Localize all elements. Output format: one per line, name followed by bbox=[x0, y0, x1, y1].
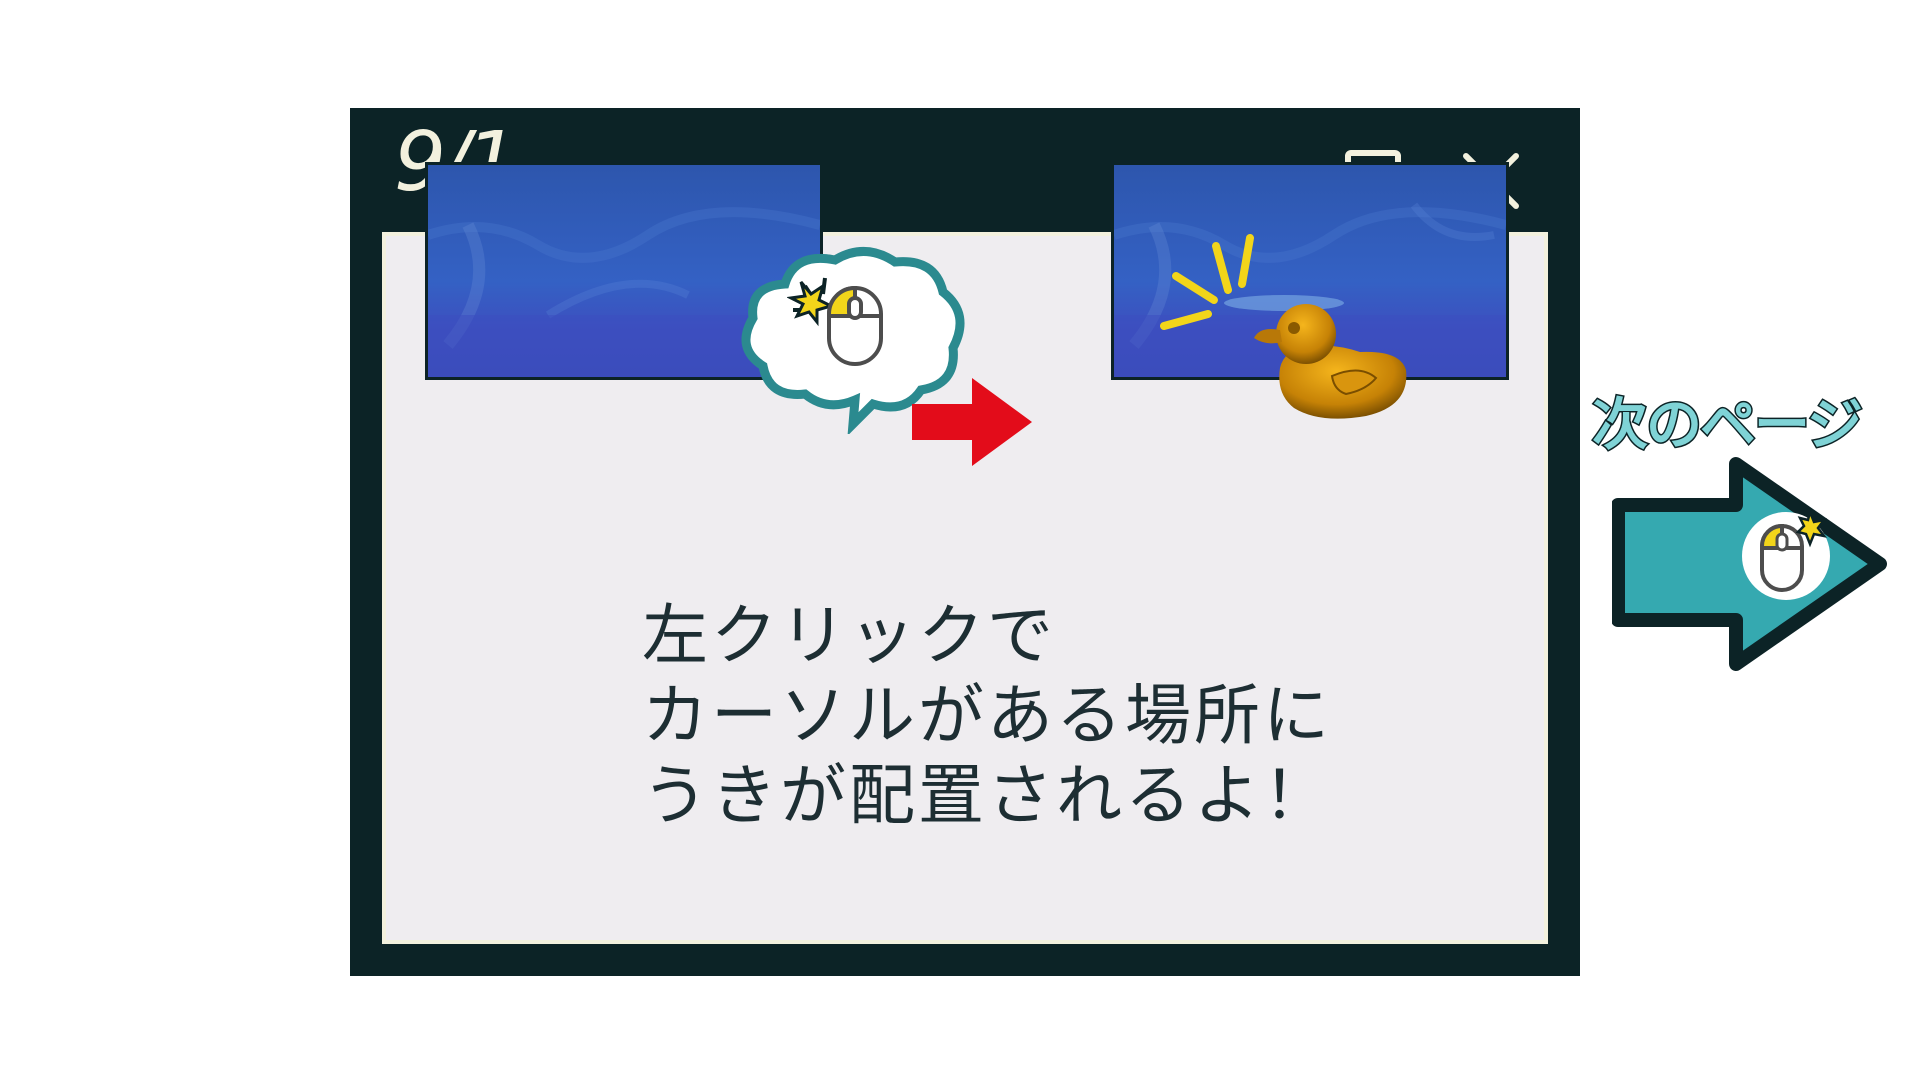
instruction-line-1: 左クリックで bbox=[642, 597, 1056, 674]
next-page-label[interactable]: 次のページ bbox=[1591, 380, 1865, 461]
transition-arrow bbox=[912, 374, 1036, 474]
mouse-left-click-icon bbox=[786, 264, 897, 378]
next-page-button[interactable] bbox=[1611, 450, 1892, 684]
rubber-duck-float-icon bbox=[1250, 290, 1416, 434]
instruction-line-2: カーソルがある場所に bbox=[642, 677, 1332, 754]
instruction-text: 左クリックで カーソルがある場所に うきが配置されるよ！ bbox=[642, 596, 1342, 836]
instruction-line-3: うきが配置されるよ！ bbox=[642, 757, 1332, 834]
sparkle-lines bbox=[1160, 234, 1260, 358]
mouse-left-click-icon bbox=[1742, 502, 1834, 610]
